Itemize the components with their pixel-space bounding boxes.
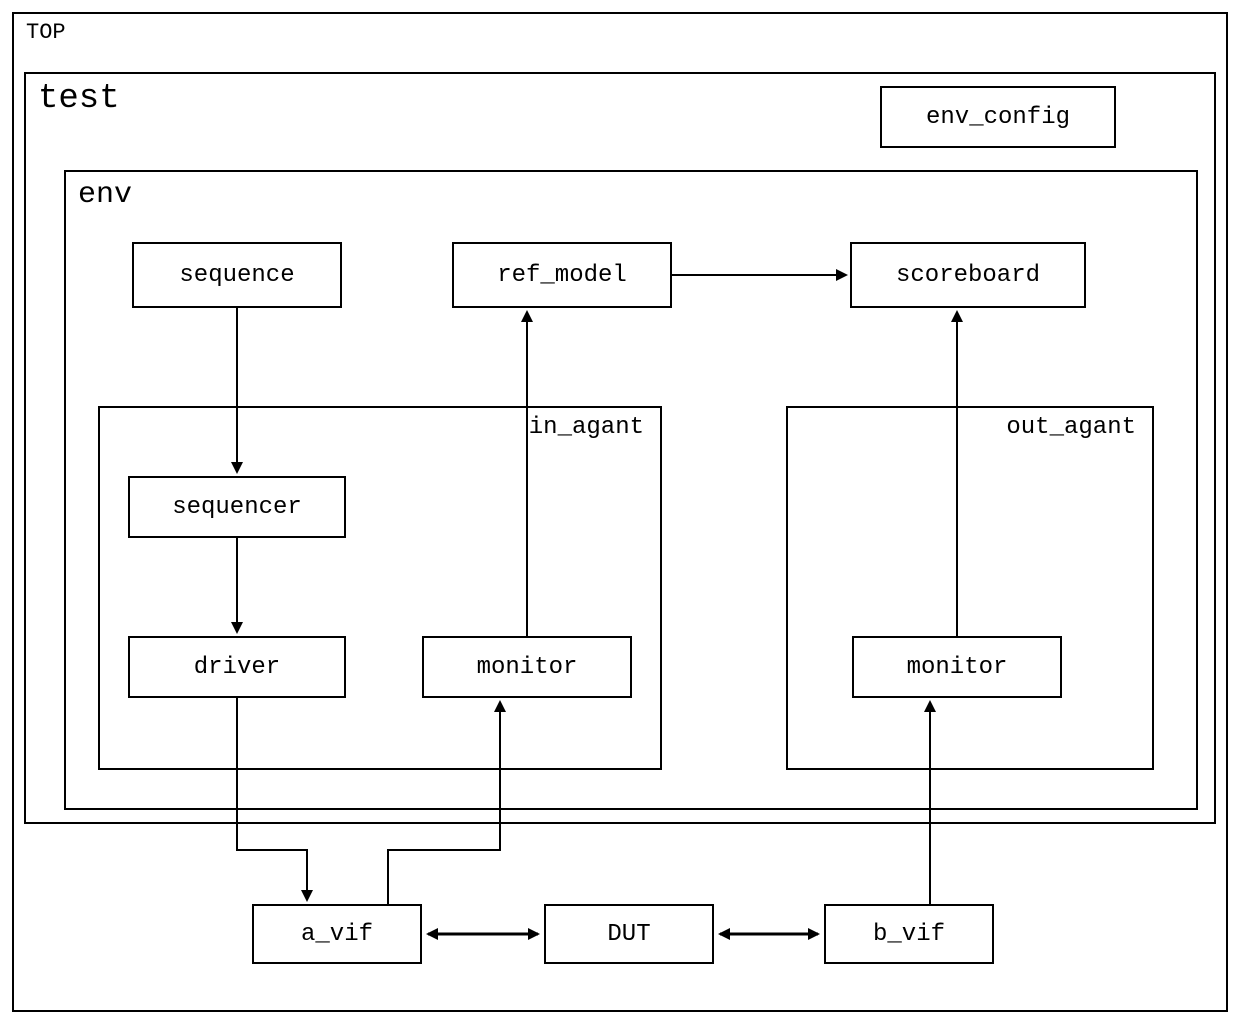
test-label: test: [38, 80, 120, 118]
diagram-stage: TOP test env_config env sequence ref_mod…: [0, 0, 1240, 1023]
dut-box: DUT: [544, 904, 714, 964]
out-monitor-box: monitor: [852, 636, 1062, 698]
in-agent-label: in_agant: [529, 414, 644, 441]
in-monitor-box: monitor: [422, 636, 632, 698]
sequence-box: sequence: [132, 242, 342, 308]
driver-label: driver: [194, 654, 280, 681]
env-config-label: env_config: [926, 104, 1070, 131]
env-label: env: [78, 178, 132, 212]
in-monitor-label: monitor: [477, 654, 578, 681]
sequence-label: sequence: [179, 262, 294, 289]
ref-model-box: ref_model: [452, 242, 672, 308]
scoreboard-label: scoreboard: [896, 262, 1040, 289]
a-vif-box: a_vif: [252, 904, 422, 964]
a-vif-label: a_vif: [301, 921, 373, 948]
driver-box: driver: [128, 636, 346, 698]
sequencer-box: sequencer: [128, 476, 346, 538]
in-agent-box: in_agant: [98, 406, 662, 770]
ref-model-label: ref_model: [497, 262, 627, 289]
scoreboard-box: scoreboard: [850, 242, 1086, 308]
sequencer-label: sequencer: [172, 494, 302, 521]
out-agent-label: out_agant: [1006, 414, 1136, 441]
top-label: TOP: [26, 20, 66, 45]
dut-label: DUT: [607, 921, 650, 948]
env-config-box: env_config: [880, 86, 1116, 148]
out-monitor-label: monitor: [907, 654, 1008, 681]
b-vif-label: b_vif: [873, 921, 945, 948]
out-agent-box: out_agant: [786, 406, 1154, 770]
b-vif-box: b_vif: [824, 904, 994, 964]
